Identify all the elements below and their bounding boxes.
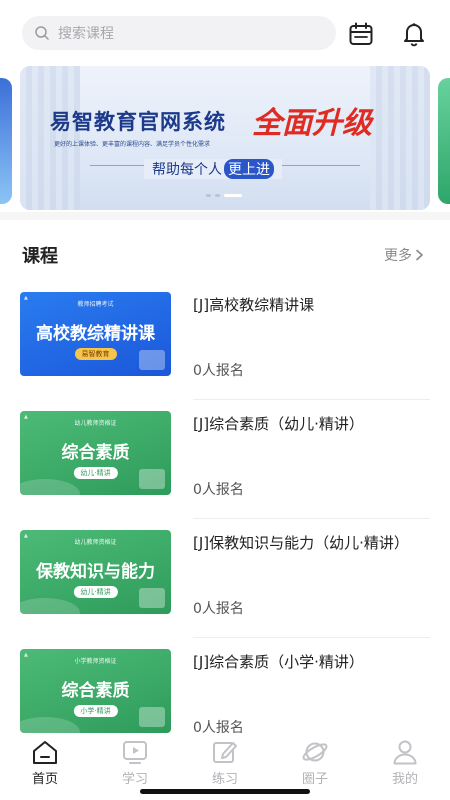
thumb-tag: 幼儿·精讲 bbox=[73, 586, 118, 598]
banner-title: 易智教育官网系统 bbox=[50, 110, 226, 134]
curtain-decoration bbox=[20, 66, 80, 210]
thumb-tag: 小学·精讲 bbox=[73, 705, 118, 717]
course-thumbnail: ▲ 幼儿教师资格证 综合素质 幼儿·精讲 bbox=[20, 411, 171, 495]
course-title: [J]综合素质（幼儿·精讲） bbox=[193, 415, 364, 433]
thumb-main-text: 高校教综精讲课 bbox=[36, 324, 155, 344]
course-thumbnail: ▲ 小学教师资格证 综合素质 小学·精讲 bbox=[20, 649, 171, 733]
banner-help-highlight: 更上进 bbox=[224, 159, 274, 179]
edit-icon bbox=[211, 739, 239, 765]
banner-help-text: 帮助每个人 更上进 bbox=[144, 159, 282, 179]
bell-icon[interactable] bbox=[400, 20, 428, 48]
thumb-decoration bbox=[139, 350, 165, 370]
user-icon bbox=[391, 739, 419, 765]
thumb-decoration bbox=[139, 469, 165, 489]
tab-home[interactable]: 首页 bbox=[15, 739, 75, 787]
thumb-top-text: 幼儿教师资格证 bbox=[74, 420, 117, 427]
tab-label: 学习 bbox=[121, 772, 148, 787]
home-indicator bbox=[140, 789, 310, 794]
banner-carousel[interactable]: 易智教育官网系统 全面升级 更好的上课体验、更丰富的课程内容、满足学员个性化需求… bbox=[0, 66, 450, 212]
carousel-dot-active bbox=[224, 194, 242, 197]
carousel-indicator bbox=[206, 194, 242, 197]
thumb-top-text: 教师招聘考试 bbox=[77, 301, 114, 308]
banner-prev-peek bbox=[0, 78, 12, 204]
banner-next-peek bbox=[438, 78, 450, 204]
thumb-main-text: 综合素质 bbox=[61, 681, 130, 701]
planet-icon bbox=[301, 739, 329, 765]
tab-mine[interactable]: 我的 bbox=[375, 739, 435, 787]
course-title: [J]综合素质（小学·精讲） bbox=[193, 653, 364, 671]
course-title: [J]高校教综精讲课 bbox=[193, 296, 315, 314]
more-label: 更多 bbox=[384, 248, 412, 264]
course-item[interactable]: ▲ 幼儿教师资格证 保教知识与能力 幼儿·精讲 [J]保教知识与能力（幼儿·精讲… bbox=[20, 530, 430, 640]
search-icon bbox=[35, 26, 49, 40]
play-video-icon bbox=[121, 739, 149, 765]
course-item[interactable]: ▲ 教师招聘考试 高校教综精讲课 易智教育 [J]高校教综精讲课 0人报名 bbox=[20, 292, 430, 402]
curtain-decoration bbox=[370, 66, 430, 210]
calendar-icon[interactable] bbox=[347, 20, 375, 48]
course-title: [J]保教知识与能力（幼儿·精讲） bbox=[193, 534, 409, 552]
home-icon bbox=[31, 739, 59, 765]
banner-help-prefix: 帮助每个人 bbox=[152, 162, 222, 178]
tab-label: 我的 bbox=[391, 772, 418, 787]
thumb-tag: 幼儿·精讲 bbox=[73, 467, 118, 479]
tab-label: 练习 bbox=[211, 772, 238, 787]
divider bbox=[193, 518, 430, 519]
top-bar: 搜索课程 bbox=[0, 0, 450, 66]
thumb-decoration bbox=[20, 717, 80, 733]
carousel-dot bbox=[206, 194, 211, 197]
thumb-decoration bbox=[20, 479, 80, 495]
tab-practice[interactable]: 练习 bbox=[195, 739, 255, 787]
tab-label: 圈子 bbox=[301, 772, 328, 787]
divider bbox=[193, 399, 430, 400]
tab-study[interactable]: 学习 bbox=[105, 739, 165, 787]
tab-circle[interactable]: 圈子 bbox=[285, 739, 345, 787]
enroll-count: 0人报名 bbox=[193, 482, 244, 498]
section-separator bbox=[0, 212, 450, 220]
thumb-main-text: 保教知识与能力 bbox=[36, 562, 155, 582]
enroll-count: 0人报名 bbox=[193, 363, 244, 379]
divider bbox=[193, 637, 430, 638]
banner-slogan: 全面升级 bbox=[252, 106, 372, 141]
enroll-count: 0人报名 bbox=[193, 601, 244, 617]
more-link[interactable]: 更多 bbox=[384, 245, 424, 265]
carousel-dot bbox=[215, 194, 220, 197]
chevron-right-icon bbox=[416, 249, 423, 261]
tab-label: 首页 bbox=[31, 772, 58, 787]
thumb-decoration bbox=[139, 707, 165, 727]
thumb-tag: 易智教育 bbox=[74, 348, 117, 360]
thumb-decoration bbox=[20, 598, 80, 614]
search-placeholder: 搜索课程 bbox=[58, 26, 114, 42]
thumb-main-text: 综合素质 bbox=[61, 443, 130, 463]
thumb-top-text: 幼儿教师资格证 bbox=[74, 539, 117, 546]
banner-subtitle: 更好的上课体验、更丰富的课程内容、满足学员个性化需求 bbox=[54, 141, 211, 148]
course-thumbnail: ▲ 教师招聘考试 高校教综精讲课 易智教育 bbox=[20, 292, 171, 376]
course-item[interactable]: ▲ 幼儿教师资格证 综合素质 幼儿·精讲 [J]综合素质（幼儿·精讲） 0人报名 bbox=[20, 411, 430, 521]
section-title: 课程 bbox=[22, 246, 58, 267]
thumb-top-text: 小学教师资格证 bbox=[74, 658, 117, 665]
banner-slide[interactable]: 易智教育官网系统 全面升级 更好的上课体验、更丰富的课程内容、满足学员个性化需求… bbox=[20, 66, 430, 210]
thumb-decoration bbox=[139, 588, 165, 608]
search-input[interactable]: 搜索课程 bbox=[22, 16, 336, 50]
course-thumbnail: ▲ 幼儿教师资格证 保教知识与能力 幼儿·精讲 bbox=[20, 530, 171, 614]
